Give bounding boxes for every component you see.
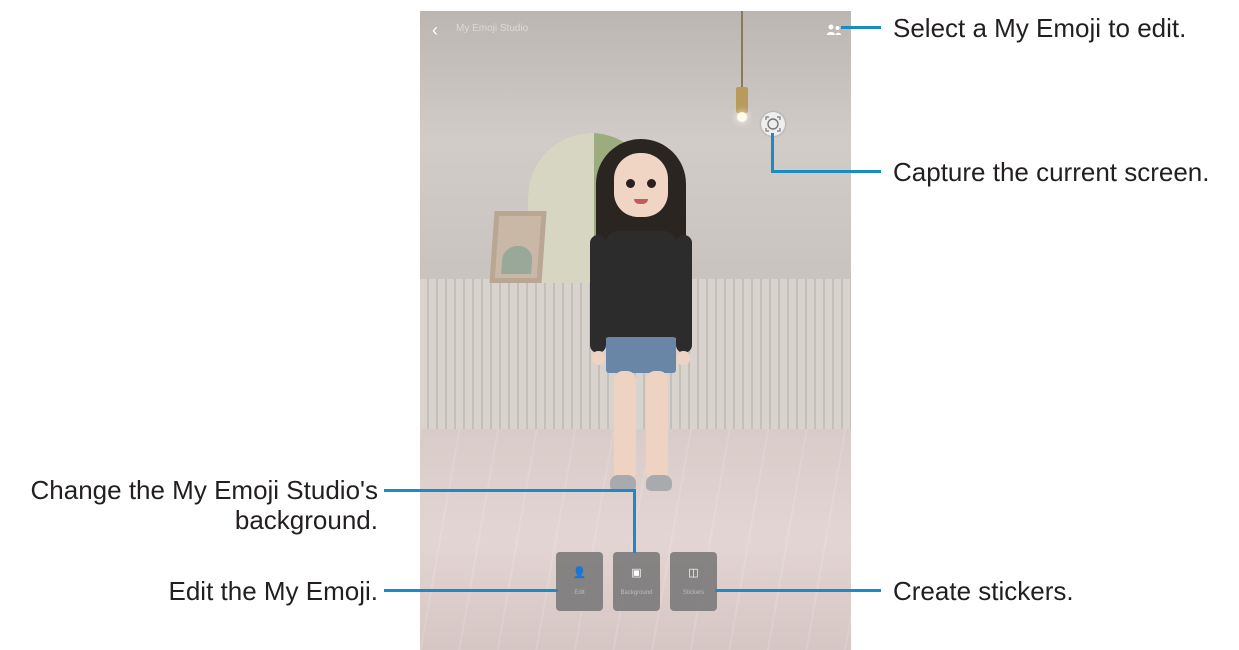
avatar-leg: [646, 371, 668, 481]
picture-frame: [489, 211, 547, 283]
avatar-shoe: [646, 475, 672, 491]
my-emoji-avatar[interactable]: [580, 131, 700, 521]
callout-background-line2: background.: [234, 505, 378, 535]
avatar-hand: [677, 351, 690, 365]
my-emoji-studio-screen: ‹ My Emoji Studio 👤 Edit ▣ Background ◫ …: [420, 11, 851, 650]
callout-line-capture-horizontal: [771, 170, 881, 173]
sticker-icon: ◫: [688, 567, 699, 579]
avatar-shorts: [606, 337, 676, 373]
avatar-sweater: [606, 231, 676, 341]
avatar-eye: [647, 179, 656, 188]
lamp-bulb: [737, 112, 747, 122]
people-icon[interactable]: [826, 23, 842, 37]
callout-select: Select a My Emoji to edit.: [893, 13, 1187, 43]
callout-line-background-horizontal: [384, 489, 636, 492]
person-icon: 👤: [572, 567, 587, 579]
background-button-label: Background: [620, 590, 653, 596]
stickers-button-label: Stickers: [682, 590, 705, 596]
lamp-shade: [736, 87, 748, 113]
callout-capture: Capture the current screen.: [893, 157, 1210, 187]
avatar-arm: [590, 235, 606, 353]
edit-my-emoji-button[interactable]: 👤 Edit: [556, 552, 603, 611]
edit-button-label: Edit: [574, 590, 585, 596]
avatar-leg: [614, 371, 636, 481]
callout-line-stickers: [715, 589, 881, 592]
change-background-button[interactable]: ▣ Background: [613, 552, 660, 611]
screen-title: My Emoji Studio: [456, 23, 529, 34]
callout-line-select: [841, 26, 881, 29]
avatar-eye: [626, 179, 635, 188]
lamp-cord: [741, 11, 743, 89]
avatar-mouth: [634, 199, 648, 204]
callout-edit: Edit the My Emoji.: [168, 576, 378, 606]
avatar-face: [614, 153, 668, 217]
back-arrow-icon[interactable]: ‹: [432, 21, 438, 39]
callout-background-line1: Change the My Emoji Studio's: [30, 475, 378, 505]
avatar-hand: [592, 351, 605, 365]
callout-stickers: Create stickers.: [893, 576, 1074, 606]
callout-line-edit: [384, 589, 558, 592]
callout-line-capture-vertical: [771, 133, 774, 173]
callout-line-background-vertical: [633, 489, 636, 553]
image-icon: ▣: [631, 567, 642, 579]
avatar-arm: [676, 235, 692, 353]
create-stickers-button[interactable]: ◫ Stickers: [670, 552, 717, 611]
